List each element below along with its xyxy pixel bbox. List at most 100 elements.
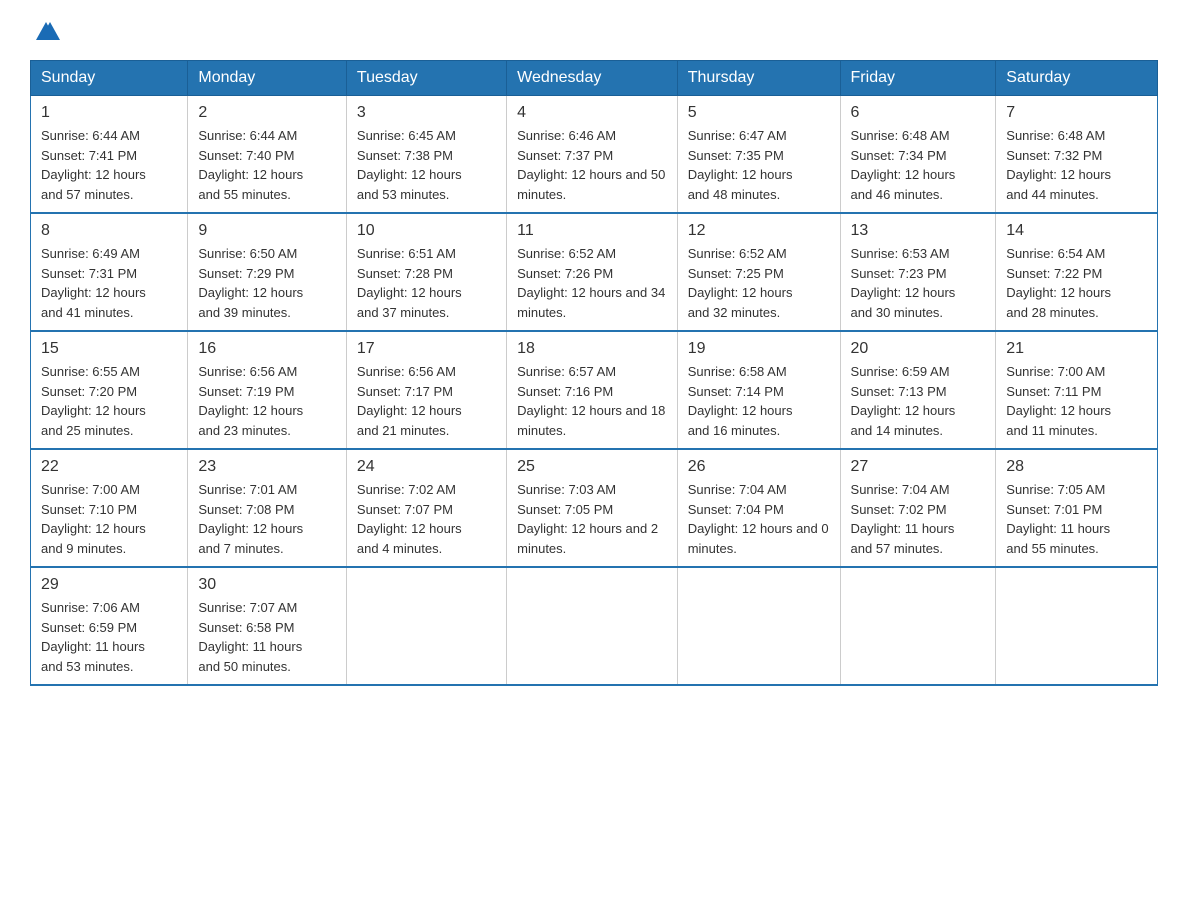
day-number: 16 bbox=[198, 340, 336, 358]
day-info: Sunrise: 6:55 AM Sunset: 7:20 PM Dayligh… bbox=[41, 362, 177, 440]
day-number: 28 bbox=[1006, 458, 1147, 476]
day-info: Sunrise: 7:05 AM Sunset: 7:01 PM Dayligh… bbox=[1006, 480, 1147, 558]
day-number: 3 bbox=[357, 104, 496, 122]
calendar-cell bbox=[996, 567, 1158, 685]
day-info: Sunrise: 6:53 AM Sunset: 7:23 PM Dayligh… bbox=[851, 244, 986, 322]
day-number: 29 bbox=[41, 576, 177, 594]
day-info: Sunrise: 6:44 AM Sunset: 7:41 PM Dayligh… bbox=[41, 126, 177, 204]
day-number: 13 bbox=[851, 222, 986, 240]
day-number: 25 bbox=[517, 458, 667, 476]
calendar-cell bbox=[346, 567, 506, 685]
day-info: Sunrise: 6:52 AM Sunset: 7:25 PM Dayligh… bbox=[688, 244, 830, 322]
calendar-cell: 15 Sunrise: 6:55 AM Sunset: 7:20 PM Dayl… bbox=[31, 331, 188, 449]
day-info: Sunrise: 6:58 AM Sunset: 7:14 PM Dayligh… bbox=[688, 362, 830, 440]
logo-triangle-icon bbox=[32, 16, 60, 44]
day-number: 18 bbox=[517, 340, 667, 358]
calendar-cell: 9 Sunrise: 6:50 AM Sunset: 7:29 PM Dayli… bbox=[188, 213, 347, 331]
calendar-cell bbox=[677, 567, 840, 685]
day-number: 22 bbox=[41, 458, 177, 476]
day-info: Sunrise: 7:00 AM Sunset: 7:10 PM Dayligh… bbox=[41, 480, 177, 558]
day-number: 17 bbox=[357, 340, 496, 358]
day-info: Sunrise: 6:51 AM Sunset: 7:28 PM Dayligh… bbox=[357, 244, 496, 322]
day-info: Sunrise: 7:07 AM Sunset: 6:58 PM Dayligh… bbox=[198, 598, 336, 676]
day-info: Sunrise: 6:48 AM Sunset: 7:32 PM Dayligh… bbox=[1006, 126, 1147, 204]
calendar-table: SundayMondayTuesdayWednesdayThursdayFrid… bbox=[30, 60, 1158, 686]
day-info: Sunrise: 7:00 AM Sunset: 7:11 PM Dayligh… bbox=[1006, 362, 1147, 440]
day-info: Sunrise: 6:54 AM Sunset: 7:22 PM Dayligh… bbox=[1006, 244, 1147, 322]
day-number: 9 bbox=[198, 222, 336, 240]
day-number: 4 bbox=[517, 104, 667, 122]
calendar-cell: 18 Sunrise: 6:57 AM Sunset: 7:16 PM Dayl… bbox=[507, 331, 678, 449]
day-info: Sunrise: 7:03 AM Sunset: 7:05 PM Dayligh… bbox=[517, 480, 667, 558]
calendar-cell bbox=[507, 567, 678, 685]
calendar-cell: 22 Sunrise: 7:00 AM Sunset: 7:10 PM Dayl… bbox=[31, 449, 188, 567]
calendar-cell: 6 Sunrise: 6:48 AM Sunset: 7:34 PM Dayli… bbox=[840, 96, 996, 214]
calendar-cell: 5 Sunrise: 6:47 AM Sunset: 7:35 PM Dayli… bbox=[677, 96, 840, 214]
day-info: Sunrise: 6:57 AM Sunset: 7:16 PM Dayligh… bbox=[517, 362, 667, 440]
day-number: 7 bbox=[1006, 104, 1147, 122]
calendar-cell: 1 Sunrise: 6:44 AM Sunset: 7:41 PM Dayli… bbox=[31, 96, 188, 214]
calendar-cell bbox=[840, 567, 996, 685]
day-number: 21 bbox=[1006, 340, 1147, 358]
day-info: Sunrise: 7:04 AM Sunset: 7:04 PM Dayligh… bbox=[688, 480, 830, 558]
calendar-cell: 19 Sunrise: 6:58 AM Sunset: 7:14 PM Dayl… bbox=[677, 331, 840, 449]
calendar-cell: 7 Sunrise: 6:48 AM Sunset: 7:32 PM Dayli… bbox=[996, 96, 1158, 214]
day-number: 2 bbox=[198, 104, 336, 122]
day-info: Sunrise: 6:47 AM Sunset: 7:35 PM Dayligh… bbox=[688, 126, 830, 204]
calendar-week-row: 22 Sunrise: 7:00 AM Sunset: 7:10 PM Dayl… bbox=[31, 449, 1158, 567]
calendar-week-row: 15 Sunrise: 6:55 AM Sunset: 7:20 PM Dayl… bbox=[31, 331, 1158, 449]
day-info: Sunrise: 6:46 AM Sunset: 7:37 PM Dayligh… bbox=[517, 126, 667, 204]
page-header bbox=[30, 20, 1158, 40]
calendar-cell: 11 Sunrise: 6:52 AM Sunset: 7:26 PM Dayl… bbox=[507, 213, 678, 331]
day-number: 1 bbox=[41, 104, 177, 122]
day-info: Sunrise: 6:49 AM Sunset: 7:31 PM Dayligh… bbox=[41, 244, 177, 322]
calendar-cell: 8 Sunrise: 6:49 AM Sunset: 7:31 PM Dayli… bbox=[31, 213, 188, 331]
day-number: 19 bbox=[688, 340, 830, 358]
day-info: Sunrise: 6:56 AM Sunset: 7:17 PM Dayligh… bbox=[357, 362, 496, 440]
calendar-cell: 16 Sunrise: 6:56 AM Sunset: 7:19 PM Dayl… bbox=[188, 331, 347, 449]
calendar-cell: 30 Sunrise: 7:07 AM Sunset: 6:58 PM Dayl… bbox=[188, 567, 347, 685]
day-info: Sunrise: 6:50 AM Sunset: 7:29 PM Dayligh… bbox=[198, 244, 336, 322]
calendar-cell: 21 Sunrise: 7:00 AM Sunset: 7:11 PM Dayl… bbox=[996, 331, 1158, 449]
day-info: Sunrise: 6:45 AM Sunset: 7:38 PM Dayligh… bbox=[357, 126, 496, 204]
calendar-cell: 26 Sunrise: 7:04 AM Sunset: 7:04 PM Dayl… bbox=[677, 449, 840, 567]
calendar-cell: 2 Sunrise: 6:44 AM Sunset: 7:40 PM Dayli… bbox=[188, 96, 347, 214]
weekday-header-thursday: Thursday bbox=[677, 61, 840, 96]
day-info: Sunrise: 7:02 AM Sunset: 7:07 PM Dayligh… bbox=[357, 480, 496, 558]
day-number: 6 bbox=[851, 104, 986, 122]
logo bbox=[30, 20, 60, 40]
day-info: Sunrise: 7:04 AM Sunset: 7:02 PM Dayligh… bbox=[851, 480, 986, 558]
day-number: 20 bbox=[851, 340, 986, 358]
day-number: 15 bbox=[41, 340, 177, 358]
calendar-cell: 13 Sunrise: 6:53 AM Sunset: 7:23 PM Dayl… bbox=[840, 213, 996, 331]
day-info: Sunrise: 6:44 AM Sunset: 7:40 PM Dayligh… bbox=[198, 126, 336, 204]
weekday-header-monday: Monday bbox=[188, 61, 347, 96]
weekday-header-sunday: Sunday bbox=[31, 61, 188, 96]
calendar-cell: 3 Sunrise: 6:45 AM Sunset: 7:38 PM Dayli… bbox=[346, 96, 506, 214]
calendar-week-row: 1 Sunrise: 6:44 AM Sunset: 7:41 PM Dayli… bbox=[31, 96, 1158, 214]
day-info: Sunrise: 7:01 AM Sunset: 7:08 PM Dayligh… bbox=[198, 480, 336, 558]
weekday-header-friday: Friday bbox=[840, 61, 996, 96]
day-number: 23 bbox=[198, 458, 336, 476]
calendar-cell: 24 Sunrise: 7:02 AM Sunset: 7:07 PM Dayl… bbox=[346, 449, 506, 567]
day-number: 27 bbox=[851, 458, 986, 476]
calendar-cell: 17 Sunrise: 6:56 AM Sunset: 7:17 PM Dayl… bbox=[346, 331, 506, 449]
day-info: Sunrise: 7:06 AM Sunset: 6:59 PM Dayligh… bbox=[41, 598, 177, 676]
weekday-header-saturday: Saturday bbox=[996, 61, 1158, 96]
day-number: 8 bbox=[41, 222, 177, 240]
calendar-week-row: 8 Sunrise: 6:49 AM Sunset: 7:31 PM Dayli… bbox=[31, 213, 1158, 331]
day-info: Sunrise: 6:48 AM Sunset: 7:34 PM Dayligh… bbox=[851, 126, 986, 204]
day-number: 30 bbox=[198, 576, 336, 594]
day-info: Sunrise: 6:56 AM Sunset: 7:19 PM Dayligh… bbox=[198, 362, 336, 440]
day-number: 14 bbox=[1006, 222, 1147, 240]
day-number: 10 bbox=[357, 222, 496, 240]
calendar-week-row: 29 Sunrise: 7:06 AM Sunset: 6:59 PM Dayl… bbox=[31, 567, 1158, 685]
day-number: 24 bbox=[357, 458, 496, 476]
day-number: 11 bbox=[517, 222, 667, 240]
calendar-cell: 4 Sunrise: 6:46 AM Sunset: 7:37 PM Dayli… bbox=[507, 96, 678, 214]
weekday-header-tuesday: Tuesday bbox=[346, 61, 506, 96]
calendar-cell: 20 Sunrise: 6:59 AM Sunset: 7:13 PM Dayl… bbox=[840, 331, 996, 449]
day-info: Sunrise: 6:52 AM Sunset: 7:26 PM Dayligh… bbox=[517, 244, 667, 322]
calendar-cell: 25 Sunrise: 7:03 AM Sunset: 7:05 PM Dayl… bbox=[507, 449, 678, 567]
calendar-cell: 28 Sunrise: 7:05 AM Sunset: 7:01 PM Dayl… bbox=[996, 449, 1158, 567]
